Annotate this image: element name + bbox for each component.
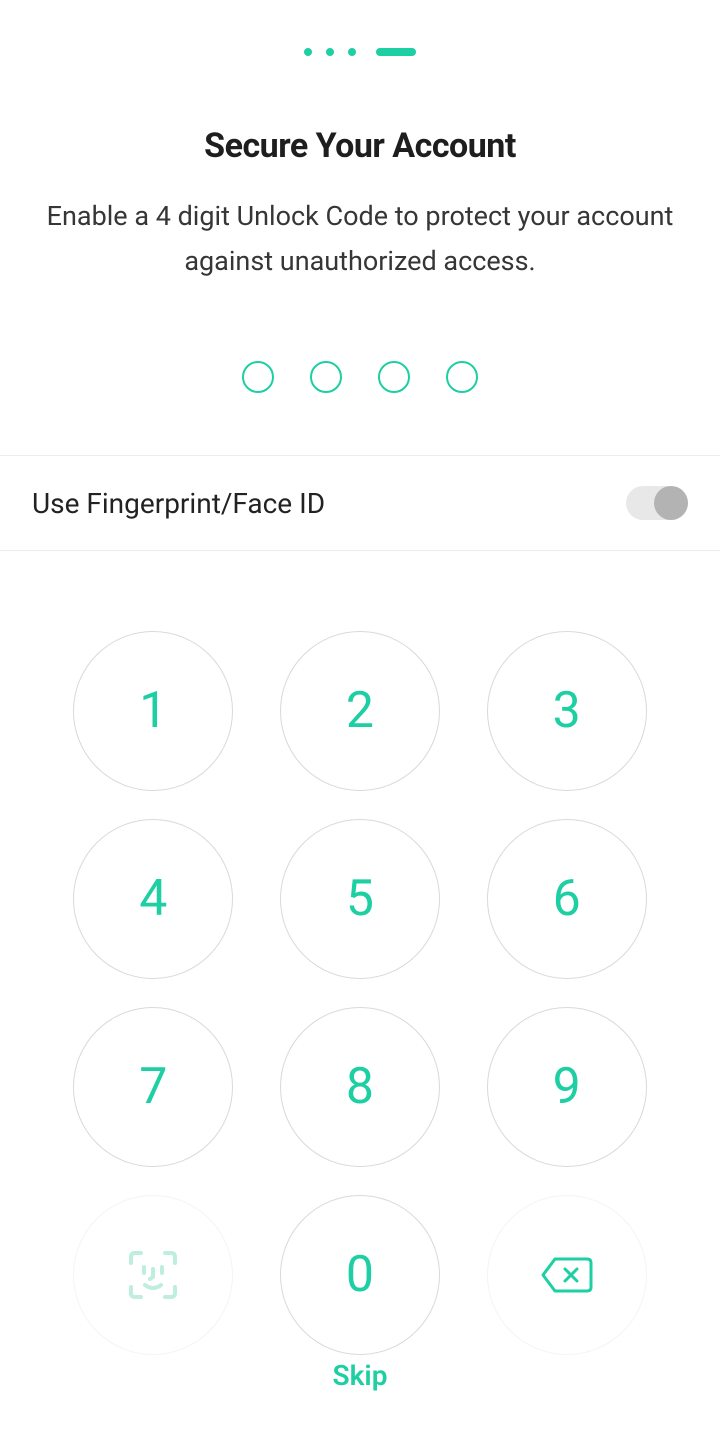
skip-button[interactable]: Skip xyxy=(0,1359,720,1392)
key-3[interactable]: 3 xyxy=(487,631,647,791)
page-subtitle: Enable a 4 digit Unlock Code to protect … xyxy=(40,194,680,283)
numeric-keypad: 1 2 3 4 5 6 7 8 9 0 xyxy=(0,631,720,1355)
progress-step-2 xyxy=(326,48,334,56)
pin-dot-1 xyxy=(242,361,274,393)
key-biometric[interactable] xyxy=(73,1195,233,1355)
key-7[interactable]: 7 xyxy=(73,1007,233,1167)
key-4[interactable]: 4 xyxy=(73,819,233,979)
biometric-toggle[interactable] xyxy=(626,486,688,520)
biometric-label: Use Fingerprint/Face ID xyxy=(32,487,325,520)
key-5[interactable]: 5 xyxy=(280,819,440,979)
key-2[interactable]: 2 xyxy=(280,631,440,791)
key-6[interactable]: 6 xyxy=(487,819,647,979)
key-backspace[interactable] xyxy=(487,1195,647,1355)
progress-indicator xyxy=(0,48,720,56)
key-0[interactable]: 0 xyxy=(280,1195,440,1355)
page-title: Secure Your Account xyxy=(40,126,680,166)
pin-dot-3 xyxy=(378,361,410,393)
pin-indicator xyxy=(0,361,720,393)
progress-step-1 xyxy=(304,48,312,56)
biometric-setting-row: Use Fingerprint/Face ID xyxy=(0,455,720,551)
face-id-icon xyxy=(121,1243,185,1307)
secure-account-screen: Secure Your Account Enable a 4 digit Unl… xyxy=(0,0,720,1449)
header: Secure Your Account Enable a 4 digit Unl… xyxy=(0,126,720,283)
pin-dot-4 xyxy=(446,361,478,393)
progress-step-4-current xyxy=(376,48,416,56)
toggle-knob xyxy=(654,486,688,520)
key-8[interactable]: 8 xyxy=(280,1007,440,1167)
pin-dot-2 xyxy=(310,361,342,393)
key-9[interactable]: 9 xyxy=(487,1007,647,1167)
key-1[interactable]: 1 xyxy=(73,631,233,791)
backspace-icon xyxy=(539,1255,595,1295)
progress-step-3 xyxy=(348,48,356,56)
